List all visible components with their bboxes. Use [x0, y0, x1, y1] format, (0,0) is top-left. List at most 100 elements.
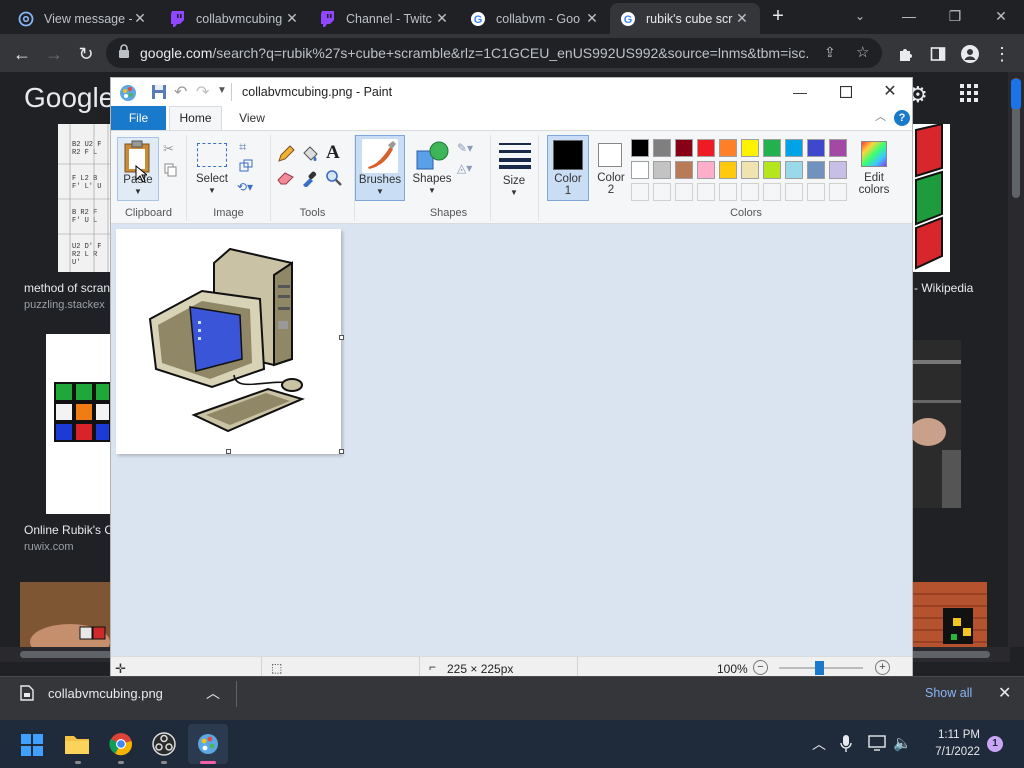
zoom-in-button[interactable]: + — [875, 660, 890, 675]
help-icon[interactable]: ? — [894, 110, 910, 126]
close-icon[interactable]: ✕ — [584, 10, 600, 27]
browser-tab-active[interactable]: G rubik's cube scr ✕ — [610, 3, 760, 34]
select-icon[interactable] — [197, 143, 227, 167]
paint-minimize-button[interactable]: — — [777, 80, 823, 104]
browser-tab[interactable]: View message - ✕ — [8, 3, 158, 34]
tab-search-icon[interactable]: ⌄ — [850, 6, 870, 26]
color-swatch[interactable] — [785, 139, 803, 157]
paint-app-icon[interactable] — [119, 84, 137, 107]
windows-start-icon[interactable] — [21, 734, 43, 761]
copy-icon[interactable] — [164, 163, 177, 182]
reload-icon[interactable]: ↻ — [72, 40, 100, 68]
file-explorer-icon[interactable] — [64, 733, 90, 760]
volume-icon[interactable]: 🔈 — [893, 734, 912, 752]
bookmark-star-icon[interactable]: ☆ — [856, 43, 869, 61]
back-arrow-icon[interactable]: ← — [8, 40, 36, 68]
resize-handle[interactable] — [226, 449, 231, 454]
chrome-icon[interactable] — [109, 732, 133, 761]
cut-icon[interactable]: ✂ — [163, 141, 174, 157]
notification-badge[interactable]: 1 — [987, 736, 1003, 752]
quick-save-icon[interactable] — [151, 84, 167, 105]
tab-file[interactable]: File — [111, 106, 166, 130]
size-label[interactable]: Size — [491, 175, 537, 187]
share-icon[interactable]: ⇪ — [824, 44, 836, 61]
select-label[interactable]: Select — [191, 173, 233, 185]
close-icon[interactable]: ✕ — [734, 10, 750, 27]
network-icon[interactable] — [868, 735, 886, 756]
collapse-ribbon-icon[interactable]: ︿ — [875, 108, 886, 124]
color-swatch[interactable] — [719, 161, 737, 179]
undo-icon[interactable]: ↶ — [174, 82, 187, 102]
chevron-up-icon[interactable]: ︿ — [812, 734, 826, 754]
color-swatch[interactable] — [763, 139, 781, 157]
cube-photo-thumbnail[interactable] — [20, 582, 110, 647]
side-panel-icon[interactable] — [924, 40, 952, 68]
color-swatch[interactable] — [697, 161, 715, 179]
result-caption[interactable]: method of scran — [24, 281, 110, 295]
resize-handle[interactable] — [339, 449, 344, 454]
clock-date[interactable]: 7/1/2022 — [926, 746, 980, 758]
color-swatch[interactable] — [719, 139, 737, 157]
cube-thumbnail[interactable] — [912, 122, 950, 272]
rubik-grid-thumbnail[interactable] — [46, 334, 111, 514]
outline-icon[interactable]: ✎▾ — [457, 141, 473, 155]
apps-grid-icon[interactable] — [960, 84, 978, 107]
paint-canvas-area[interactable] — [111, 224, 912, 656]
color-swatch[interactable] — [807, 139, 825, 157]
download-filename[interactable]: collabvmcubing.png — [48, 686, 163, 701]
google-logo[interactable]: Google — [24, 82, 114, 114]
color-swatch[interactable] — [675, 161, 693, 179]
crop-icon[interactable]: ⌗ — [239, 139, 246, 155]
paint-title-bar[interactable]: ↶ ↷ ▼ collabvmcubing.png - Paint — ✕ — [111, 78, 912, 106]
close-icon[interactable]: ✕ — [284, 10, 300, 27]
clock-time[interactable]: 1:11 PM — [926, 729, 980, 741]
text-tool-icon[interactable]: A — [326, 142, 340, 164]
zoom-out-button[interactable]: − — [753, 660, 768, 675]
paint-close-button[interactable]: ✕ — [869, 80, 911, 104]
photo-thumbnail[interactable] — [910, 340, 961, 508]
forward-arrow-icon[interactable]: → — [40, 40, 68, 68]
color-swatch[interactable] — [631, 139, 649, 157]
zoom-slider-thumb[interactable] — [815, 661, 824, 675]
shapes-label[interactable]: Shapes — [409, 173, 455, 185]
show-all-button[interactable]: Show all — [925, 686, 972, 700]
browser-tab[interactable]: Channel - Twitc ✕ — [310, 3, 460, 34]
color1-button[interactable]: Color 1 — [547, 135, 589, 201]
result-caption[interactable]: Online Rubik's C — [24, 523, 113, 537]
color-swatch[interactable] — [653, 161, 671, 179]
color-swatch[interactable] — [741, 183, 759, 201]
color-swatch[interactable] — [653, 139, 671, 157]
color-swatch[interactable] — [807, 183, 825, 201]
close-window-button[interactable]: ✕ — [978, 0, 1024, 32]
customize-quick-access-icon[interactable]: ▼ — [217, 85, 227, 96]
image-canvas[interactable] — [116, 229, 341, 454]
chevron-up-icon[interactable]: ︿ — [206, 683, 220, 703]
chrome-menu-icon[interactable]: ⋮ — [988, 40, 1016, 68]
scramble-table-thumbnail[interactable]: B2 U2 F R2 F L F L2 B F' L' U B R2 F F' U L… — [58, 124, 114, 272]
color-swatch[interactable] — [631, 183, 649, 201]
color-swatch[interactable] — [741, 161, 759, 179]
close-icon[interactable]: ✕ — [132, 10, 148, 27]
browser-tab[interactable]: G collabvm - Goo ✕ — [460, 3, 610, 34]
profile-avatar-icon[interactable] — [956, 40, 984, 68]
color-swatch[interactable] — [829, 139, 847, 157]
brushes-button[interactable]: Brushes ▼ — [355, 135, 405, 201]
edit-colors-button[interactable]: Edit colors — [857, 139, 891, 205]
browser-tab[interactable]: collabvmcubing ✕ — [160, 3, 310, 34]
color-swatch[interactable] — [675, 183, 693, 201]
color-swatch[interactable] — [763, 161, 781, 179]
extensions-puzzle-icon[interactable] — [892, 40, 920, 68]
redo-icon[interactable]: ↷ — [196, 82, 209, 102]
eraser-icon[interactable] — [277, 171, 295, 190]
color-swatch[interactable] — [807, 161, 825, 179]
color-swatch[interactable] — [675, 139, 693, 157]
brick-game-thumbnail[interactable] — [913, 582, 987, 647]
color-swatch[interactable] — [829, 183, 847, 201]
rotate-icon[interactable]: ⟲▾ — [237, 180, 253, 194]
color-swatch[interactable] — [763, 183, 781, 201]
microphone-icon[interactable] — [840, 735, 852, 758]
color-swatch[interactable] — [785, 183, 803, 201]
color-swatch[interactable] — [719, 183, 737, 201]
close-icon[interactable]: ✕ — [434, 10, 450, 27]
obs-icon[interactable] — [152, 732, 176, 761]
